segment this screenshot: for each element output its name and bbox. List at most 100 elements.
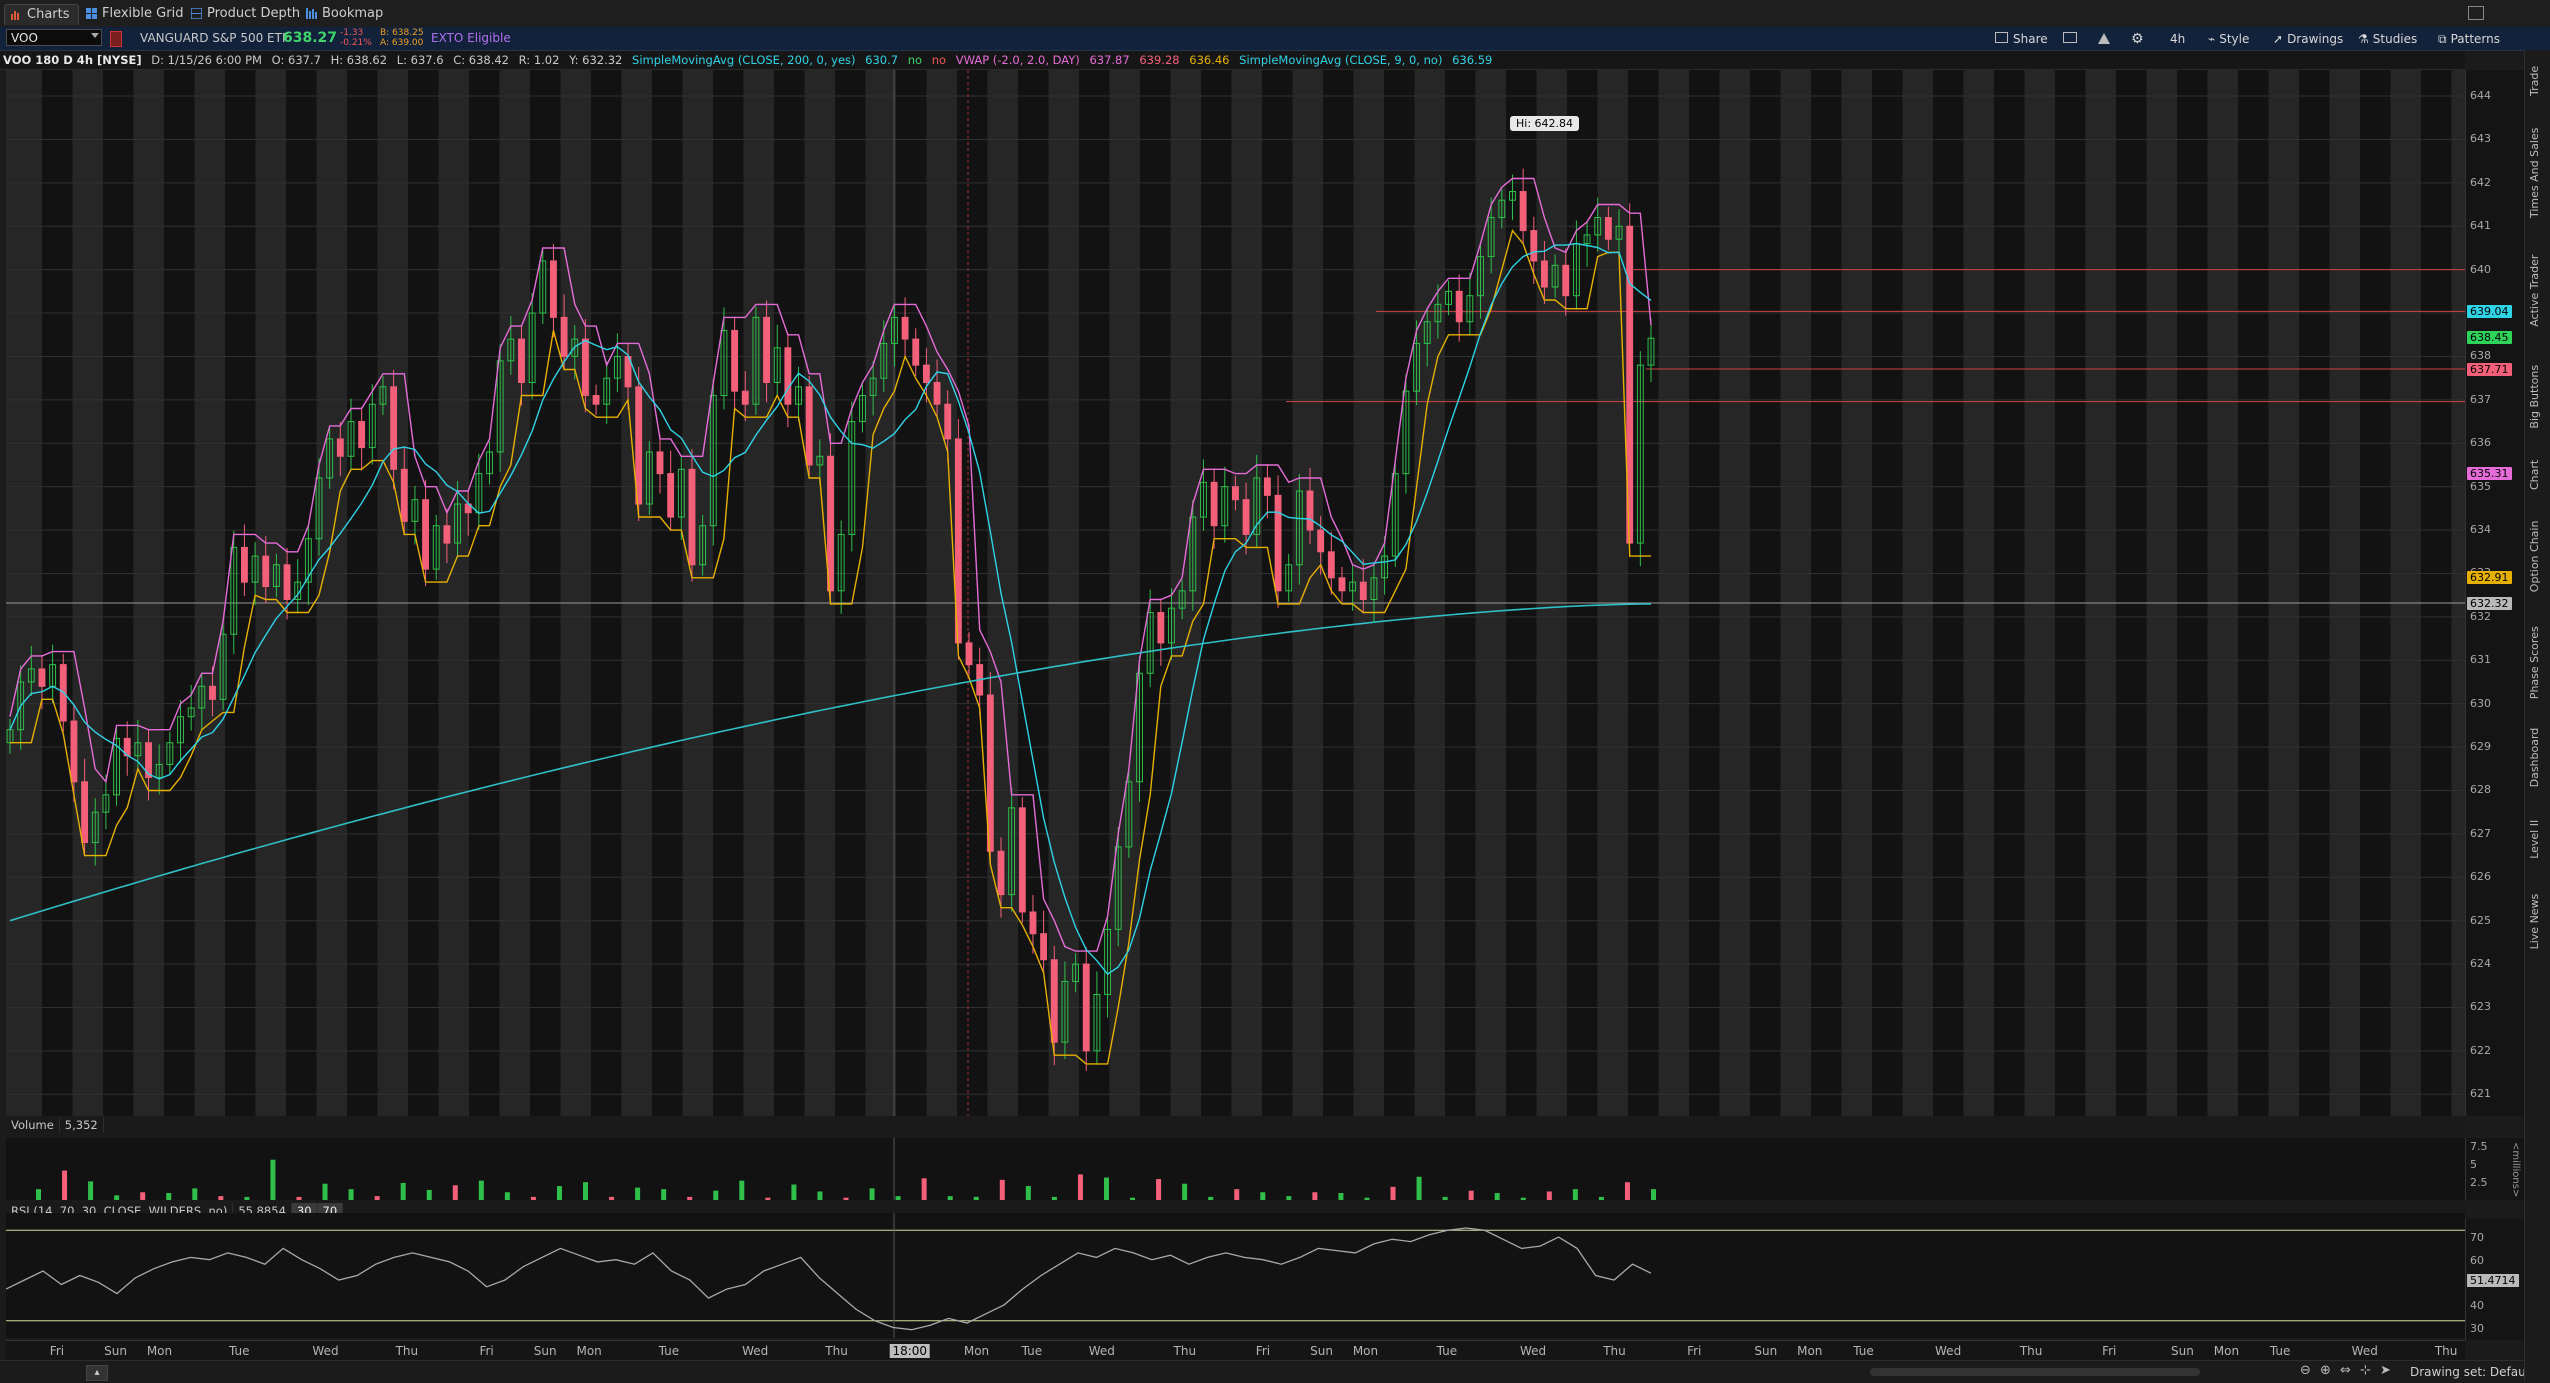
time-axis[interactable]: Fri Sun Mon Tue Wed Thu Fri Sun Mon Tue Wed Thu 18:0… [6, 1340, 2465, 1361]
volume-bar [1416, 1176, 1422, 1200]
rsi-tick: 30 [2470, 1321, 2484, 1335]
volume-bar [1130, 1197, 1136, 1200]
study-vwap[interactable]: VWAP (-2.0, 2.0, DAY) [953, 51, 1083, 69]
grid-icon [86, 8, 97, 19]
chevron-down-icon[interactable] [91, 33, 99, 38]
bar-high: H: 638.62 [330, 53, 388, 67]
volume-bar [192, 1188, 198, 1200]
sidebar-tab-times-and-sales[interactable]: Times And Sales [2528, 115, 2548, 230]
patterns-button[interactable]: ⧉ Patterns [2438, 30, 2500, 48]
volume-bar [609, 1196, 615, 1200]
sidebar-tab-dashboard[interactable]: Dashboard [2528, 720, 2548, 795]
tab-charts[interactable]: Charts [4, 4, 79, 25]
sidebar-tab-active-trader[interactable]: Active Trader [2528, 240, 2548, 342]
sidebar-tab-live-news[interactable]: Live News [2528, 884, 2548, 959]
session-stripe [591, 70, 622, 1116]
volume-unit: <millions> [2510, 1142, 2521, 1198]
price-tick: 624 [2470, 957, 2491, 971]
tab-flexible-grid[interactable]: Flexible Grid [80, 4, 191, 24]
right-sidebar: Trade Times And Sales Active Trader Big But… [2524, 50, 2550, 1382]
study-sma9-value: 636.59 [1452, 53, 1493, 67]
volume-bar [1051, 1196, 1057, 1200]
volume-bar [244, 1196, 250, 1200]
candle-body [741, 390, 749, 405]
net-change-pct: -0.21% [340, 38, 372, 48]
sidebar-tab-level-ii[interactable]: Level II [2528, 805, 2548, 874]
settings-button[interactable]: ⚙ [2131, 30, 2144, 48]
sidebar-tab-phase-scores[interactable]: Phase Scores [2528, 615, 2548, 710]
study-sma200[interactable]: SimpleMovingAvg (CLOSE, 200, 0, yes) [629, 51, 858, 69]
share-icon [1995, 32, 2008, 43]
horizontal-scrollbar[interactable] [1870, 1368, 2200, 1376]
candle-body [805, 386, 813, 466]
timeframe-button[interactable]: 4h [2170, 30, 2185, 48]
style-button[interactable]: ⌁ Style [2208, 30, 2249, 48]
cursor-icon[interactable]: ➤ [2380, 1363, 2391, 1378]
volume-bar [1468, 1190, 1474, 1200]
sidebar-tab-option-chain[interactable]: Option Chain [2528, 509, 2548, 604]
study-vwap-value: 637.87 [1089, 53, 1130, 67]
bottom-status-bar: ▴ ⊖ ⊕ ⇔ ⊹ ➤ Drawing set: Default [0, 1360, 2550, 1383]
study-vwap-upper: 639.28 [1139, 53, 1180, 67]
tab-bookmap[interactable]: Bookmap [300, 4, 391, 24]
window-restore-icon[interactable] [2468, 6, 2484, 20]
price-chart[interactable] [6, 70, 2465, 1116]
volume-tick: 7.5 [2470, 1140, 2488, 1153]
session-stripe [1384, 70, 1415, 1116]
volume-chart[interactable] [6, 1138, 2465, 1200]
study-flag-no: no [931, 53, 947, 67]
zoom-in-icon[interactable]: ⊕ [2320, 1363, 2331, 1378]
sidebar-tab-big-buttons[interactable]: Big Buttons [2528, 352, 2548, 441]
bar-y: Y: 632.32 [569, 53, 623, 67]
candle-body [1327, 551, 1335, 579]
tab-product-depth[interactable]: Product Depth [185, 4, 308, 24]
session-stripe [1750, 70, 1781, 1116]
flask-button[interactable] [2098, 30, 2110, 48]
crosshair-icon[interactable]: ⊹ [2360, 1363, 2371, 1378]
time-tick: Thu [1173, 1344, 1197, 1358]
session-stripe [1323, 70, 1354, 1116]
bar-open: O: 637.7 [271, 53, 321, 67]
candle-body [656, 451, 664, 475]
volume-bar [1182, 1183, 1188, 1200]
studies-button[interactable]: ⚗ Studies [2358, 30, 2417, 48]
candle-body [901, 316, 909, 340]
volume-bar [426, 1189, 432, 1200]
volume-bar [88, 1181, 94, 1200]
share-button[interactable]: Share [1995, 30, 2048, 48]
zoom-out-icon[interactable]: ⊖ [2300, 1363, 2311, 1378]
candle-body [1082, 963, 1090, 1052]
drawings-button[interactable]: ➚ Drawings [2273, 30, 2343, 48]
volume-bar [478, 1180, 484, 1200]
link-color-icon[interactable] [110, 31, 122, 47]
price-tick: 636 [2470, 436, 2491, 450]
grid-layout-button[interactable] [2063, 30, 2077, 48]
sidebar-tab-trade[interactable]: Trade [2528, 56, 2548, 105]
time-tick: Mon [1352, 1344, 1379, 1358]
study-sma9[interactable]: SimpleMovingAvg (CLOSE, 9, 0, no) [1236, 51, 1445, 69]
session-stripe [2177, 70, 2208, 1116]
flask-icon [2098, 33, 2110, 44]
candle-body [443, 525, 451, 544]
time-tick: 18:00 [889, 1344, 931, 1358]
volume-bar [843, 1197, 849, 1200]
session-stripe [2299, 70, 2330, 1116]
symbol-bar: VOO VANGUARD S&P 500 ETF 638.27 -1.33 -0… [0, 27, 2550, 51]
candle-body [1040, 933, 1048, 961]
symbol-input[interactable]: VOO [6, 29, 102, 46]
study-flag-no: no [907, 53, 923, 67]
drawing-set-label[interactable]: Drawing set: Default [2410, 1365, 2534, 1379]
pan-icon[interactable]: ⇔ [2340, 1363, 2351, 1378]
session-stripe [652, 70, 683, 1116]
volume-bar [504, 1192, 510, 1200]
price-scale[interactable]: 6446436426416406396386376366356346336326… [2465, 70, 2525, 1116]
volume-bar [114, 1195, 120, 1200]
volume-bar [530, 1196, 536, 1200]
window-controls[interactable] [2500, 3, 2528, 21]
change-block: -1.33 -0.21% [340, 28, 372, 48]
expand-up-icon[interactable]: ▴ [86, 1365, 108, 1381]
rsi-chart[interactable] [6, 1213, 2465, 1338]
volume-bar [895, 1196, 901, 1200]
sidebar-tab-chart[interactable]: Chart [2528, 450, 2548, 499]
time-tick: Tue [658, 1344, 680, 1358]
